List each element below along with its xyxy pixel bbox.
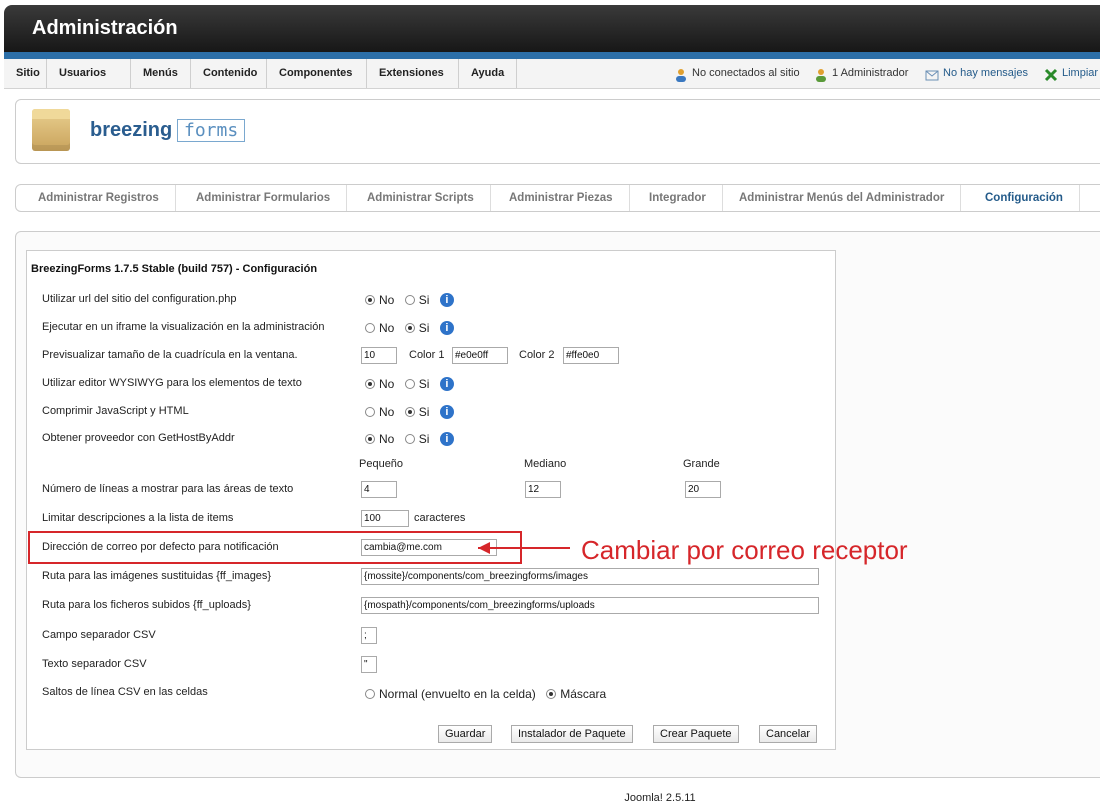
box-icon bbox=[32, 109, 70, 151]
save-button[interactable]: Guardar bbox=[438, 725, 493, 743]
package-installer-button[interactable]: Instalador de Paquete bbox=[511, 725, 633, 743]
component-tabs: Administrar Registros Administrar Formul… bbox=[15, 184, 1100, 212]
admin-title: Administración bbox=[32, 17, 178, 39]
compress-si-radio[interactable] bbox=[404, 406, 415, 417]
size-large-header: Grande bbox=[683, 458, 720, 470]
status-admins: 1 Administrador bbox=[814, 59, 908, 88]
label-compress: Comprimir JavaScript y HTML bbox=[42, 405, 189, 417]
config-panel: BreezingForms 1.7.5 Stable (build 757) -… bbox=[26, 250, 836, 750]
color1-label: Color 1 bbox=[409, 349, 445, 361]
main-menu: Sitio Usuarios Menús Contenido Component… bbox=[4, 59, 1100, 89]
label-csv-breaks: Saltos de línea CSV en las celdas bbox=[42, 686, 208, 698]
chars-label: caracteres bbox=[414, 512, 466, 524]
label-csv-sep: Campo separador CSV bbox=[42, 629, 156, 641]
wysiwyg-si-radio[interactable] bbox=[404, 378, 415, 389]
label-csv-text: Texto separador CSV bbox=[42, 658, 147, 670]
iframe-options: No Si i bbox=[365, 319, 454, 337]
grid-size-input[interactable]: 10 bbox=[361, 347, 397, 364]
color2-label: Color 2 bbox=[519, 349, 555, 361]
menu-sitio[interactable]: Sitio bbox=[4, 59, 47, 88]
header-strip bbox=[4, 52, 1100, 59]
compress-options: No Si i bbox=[365, 403, 454, 421]
site-url-si-radio[interactable] bbox=[404, 294, 415, 305]
csv-breaks-options: Normal (envuelto en la celda) Máscara bbox=[365, 685, 612, 703]
tab-registros[interactable]: Administrar Registros bbox=[22, 185, 176, 211]
label-lines: Número de líneas a mostrar para las área… bbox=[42, 483, 294, 495]
tab-formularios[interactable]: Administrar Formularios bbox=[180, 185, 348, 211]
site-url-options: No Si i bbox=[365, 291, 454, 309]
create-package-button[interactable]: Crear Paquete bbox=[653, 725, 739, 743]
iframe-no-radio[interactable] bbox=[365, 322, 375, 333]
menu-usuarios[interactable]: Usuarios bbox=[47, 59, 131, 88]
gethost-si-radio[interactable] bbox=[404, 433, 415, 444]
size-small-header: Pequeño bbox=[359, 458, 404, 470]
label-images: Ruta para las imágenes sustituidas {ff_i… bbox=[42, 570, 272, 582]
label-uploads: Ruta para los ficheros subidos {ff_uploa… bbox=[42, 599, 251, 611]
logo-text-forms: forms bbox=[177, 119, 246, 142]
menu-extensiones[interactable]: Extensiones bbox=[367, 59, 459, 88]
email-highlight-box bbox=[28, 531, 522, 564]
annotation-arrow-icon bbox=[478, 542, 490, 554]
annotation-text: Cambiar por correo receptor bbox=[581, 535, 908, 565]
label-iframe: Ejecutar en un iframe la visualización e… bbox=[42, 321, 325, 333]
component-logo-area: breezing forms bbox=[15, 99, 1100, 164]
status-not-connected: No conectados al sitio bbox=[674, 59, 800, 88]
tab-integrador[interactable]: Integrador bbox=[633, 185, 723, 211]
status-clear[interactable]: Limpiar bbox=[1044, 59, 1098, 88]
status-messages[interactable]: No hay mensajes bbox=[925, 59, 1028, 88]
csv-text-input[interactable]: " bbox=[361, 656, 377, 673]
lines-medium-input[interactable]: 12 bbox=[525, 481, 561, 498]
compress-no-radio[interactable] bbox=[365, 406, 375, 417]
tab-piezas[interactable]: Administrar Piezas bbox=[493, 185, 630, 211]
wysiwyg-options: No Si i bbox=[365, 375, 454, 393]
menu-menus[interactable]: Menús bbox=[131, 59, 191, 88]
admin-user-icon bbox=[814, 65, 828, 83]
wysiwyg-no-radio[interactable] bbox=[365, 378, 375, 389]
logo-text: breezing bbox=[90, 119, 173, 141]
info-icon[interactable]: i bbox=[439, 292, 454, 307]
info-icon[interactable]: i bbox=[439, 320, 454, 335]
lines-small-input[interactable]: 4 bbox=[361, 481, 397, 498]
info-icon[interactable]: i bbox=[439, 404, 454, 419]
color1-input[interactable]: #e0e0ff bbox=[452, 347, 508, 364]
tab-scripts[interactable]: Administrar Scripts bbox=[351, 185, 491, 211]
info-icon[interactable]: i bbox=[439, 376, 454, 391]
label-site-url: Utilizar url del sitio del configuration… bbox=[42, 293, 237, 305]
gethost-no-radio[interactable] bbox=[365, 433, 375, 444]
iframe-si-radio[interactable] bbox=[404, 322, 415, 333]
menu-componentes[interactable]: Componentes bbox=[267, 59, 367, 88]
annotation-arrow-line bbox=[478, 547, 570, 549]
admin-header: Administración bbox=[4, 5, 1100, 52]
menu-contenido[interactable]: Contenido bbox=[191, 59, 267, 88]
cancel-button[interactable]: Cancelar bbox=[759, 725, 818, 743]
footer-version: Joomla! 2.5.11 bbox=[624, 792, 696, 804]
site-url-no-radio[interactable] bbox=[365, 294, 375, 305]
csv-sep-input[interactable]: ; bbox=[361, 627, 377, 644]
uploads-path-input[interactable]: {mospath}/components/com_breezingforms/u… bbox=[361, 597, 819, 614]
tab-configuracion[interactable]: Configuración bbox=[969, 185, 1080, 211]
gethost-options: No Si i bbox=[365, 430, 454, 448]
message-icon bbox=[925, 65, 939, 81]
tab-menus-admin[interactable]: Administrar Menús del Administrador bbox=[723, 185, 962, 211]
size-medium-header: Mediano bbox=[524, 458, 567, 470]
users-icon bbox=[674, 65, 688, 83]
limit-input[interactable]: 100 bbox=[361, 510, 409, 527]
lines-large-input[interactable]: 20 bbox=[685, 481, 721, 498]
label-limit: Limitar descripciones a la lista de item… bbox=[42, 512, 234, 524]
info-icon[interactable]: i bbox=[439, 431, 454, 446]
config-title: BreezingForms 1.7.5 Stable (build 757) -… bbox=[31, 263, 318, 275]
images-path-input[interactable]: {mossite}/components/com_breezingforms/i… bbox=[361, 568, 819, 585]
label-wysiwyg: Utilizar editor WYSIWYG para los element… bbox=[42, 377, 302, 389]
clear-icon bbox=[1044, 65, 1058, 82]
label-gethost: Obtener proveedor con GetHostByAddr bbox=[42, 432, 235, 444]
menu-ayuda[interactable]: Ayuda bbox=[459, 59, 517, 88]
color2-input[interactable]: #ffe0e0 bbox=[563, 347, 619, 364]
csv-normal-radio[interactable] bbox=[365, 688, 375, 699]
label-grid: Previsualizar tamaño de la cuadrícula en… bbox=[42, 349, 298, 361]
csv-mask-radio[interactable] bbox=[546, 688, 557, 699]
